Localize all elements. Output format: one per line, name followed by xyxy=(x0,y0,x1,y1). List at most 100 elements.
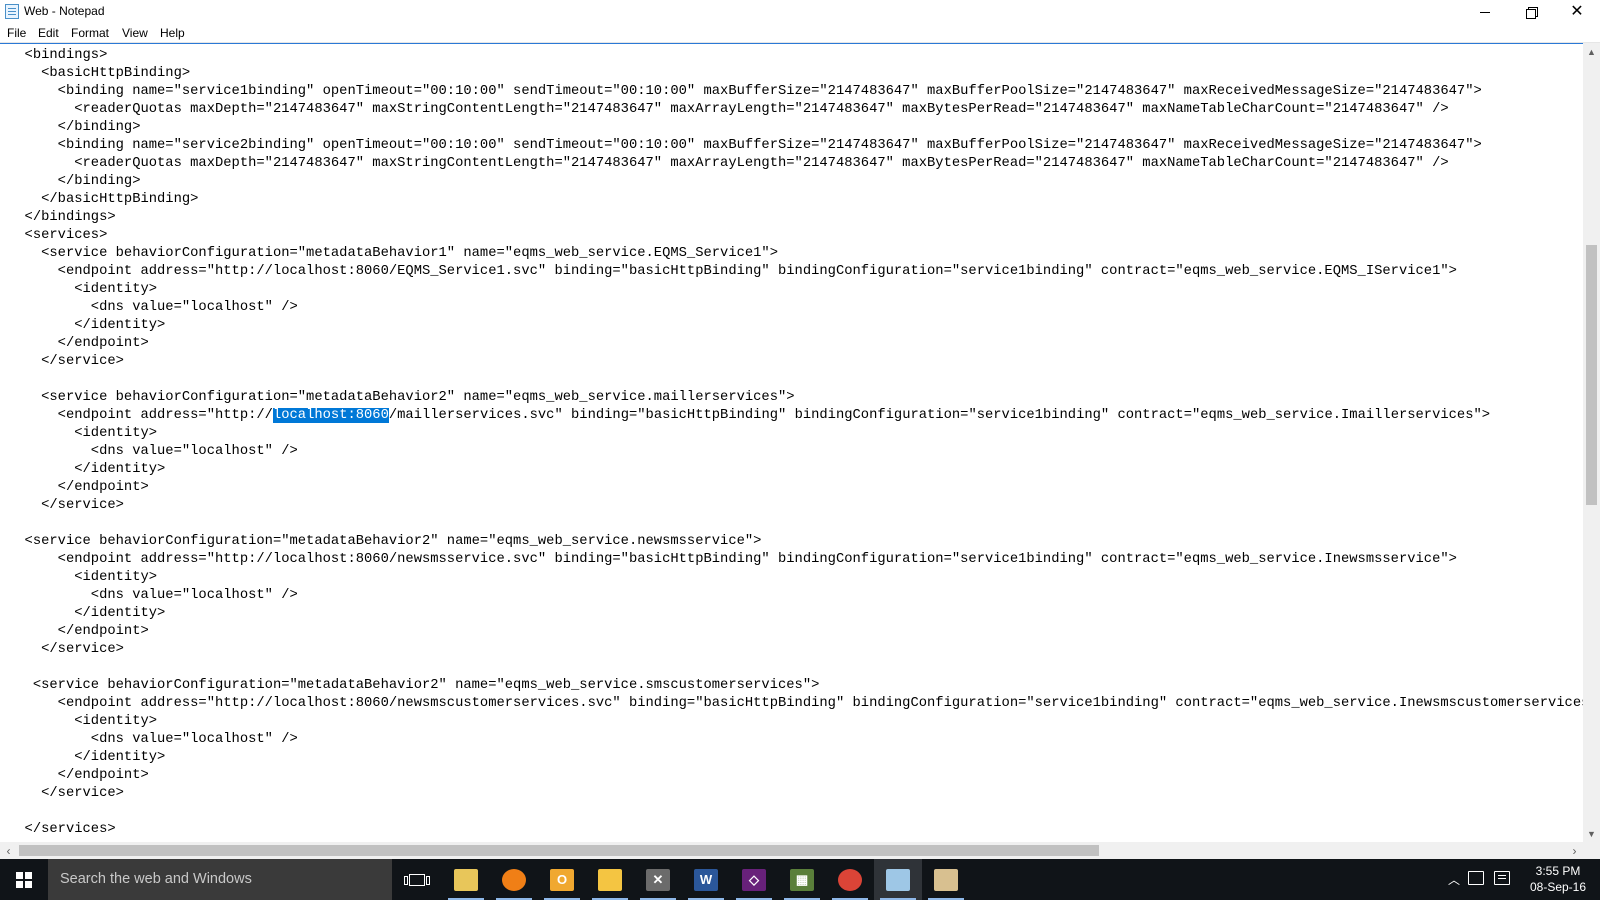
restore-button[interactable] xyxy=(1508,0,1554,24)
tray-chevron-up-icon[interactable]: ︿ xyxy=(1448,871,1460,888)
editor-line[interactable]: <dns value="localhost" /> xyxy=(8,731,1583,749)
editor-line[interactable]: <identity> xyxy=(8,281,1583,299)
taskbar-app-visual-studio[interactable]: ◇ xyxy=(730,859,778,900)
close-icon: ✕ xyxy=(1570,3,1584,20)
task-view-button[interactable] xyxy=(402,859,432,900)
paint-icon xyxy=(934,868,958,891)
editor-line[interactable]: </identity> xyxy=(8,605,1583,623)
editor-line[interactable]: </identity> xyxy=(8,461,1583,479)
scroll-right-arrow-icon[interactable]: › xyxy=(1566,842,1583,859)
editor-line[interactable] xyxy=(8,659,1583,677)
horizontal-scroll-thumb[interactable] xyxy=(19,845,1099,856)
search-placeholder: Search the web and Windows xyxy=(60,871,252,887)
close-button[interactable]: ✕ xyxy=(1554,0,1600,24)
editor-line[interactable]: <dns value="localhost" /> xyxy=(8,587,1583,605)
editor-line[interactable]: <dns value="localhost" /> xyxy=(8,299,1583,317)
editor-line[interactable]: </identity> xyxy=(8,317,1583,335)
text-selection[interactable]: localhost:8060 xyxy=(272,408,389,423)
editor-line[interactable]: <basicHttpBinding> xyxy=(8,65,1583,83)
editor-line[interactable]: <endpoint address="http://localhost:8060… xyxy=(8,551,1583,569)
editor-line[interactable]: </endpoint> xyxy=(8,479,1583,497)
editor-line[interactable]: <identity> xyxy=(8,713,1583,731)
taskbar: Search the web and Windows O ✕ W ◇ ▦ ︿ 3:55 … xyxy=(0,859,1600,900)
editor-line[interactable]: <service behaviorConfiguration="metadata… xyxy=(8,677,1583,695)
editor-line[interactable]: <service behaviorConfiguration="metadata… xyxy=(8,245,1583,263)
editor-line[interactable]: </bindings> xyxy=(8,209,1583,227)
editor-line[interactable]: </identity> xyxy=(8,749,1583,767)
scroll-down-arrow-icon[interactable]: ▼ xyxy=(1583,825,1600,842)
taskbar-search-box[interactable]: Search the web and Windows xyxy=(48,859,392,900)
title-bar[interactable]: Web - Notepad ✕ xyxy=(0,0,1600,24)
taskbar-app-archive[interactable]: ▦ xyxy=(778,859,826,900)
editor-line[interactable]: <endpoint address="http://localhost:8060… xyxy=(8,695,1583,713)
action-center-icon[interactable] xyxy=(1494,871,1510,885)
menu-edit[interactable]: Edit xyxy=(38,26,59,40)
start-button[interactable] xyxy=(0,859,48,900)
taskbar-app-file-manager-folder[interactable] xyxy=(442,859,490,900)
menu-view[interactable]: View xyxy=(122,26,148,40)
editor-line[interactable]: </service> xyxy=(8,641,1583,659)
minimize-icon xyxy=(1480,11,1490,13)
editor-content[interactable]: <bindings> <basicHttpBinding> <binding n… xyxy=(8,47,1583,839)
network-icon[interactable] xyxy=(1468,871,1484,885)
file-explorer-icon xyxy=(598,868,622,891)
menu-help[interactable]: Help xyxy=(160,26,185,40)
editor-line[interactable]: </binding> xyxy=(8,119,1583,137)
taskbar-clock[interactable]: 3:55 PM 08-Sep-16 xyxy=(1520,863,1596,895)
file-manager-folder-icon xyxy=(454,868,478,891)
word-icon: W xyxy=(694,868,718,891)
taskbar-app-chrome[interactable] xyxy=(826,859,874,900)
taskbar-app-firefox[interactable] xyxy=(490,859,538,900)
taskbar-app-word[interactable]: W xyxy=(682,859,730,900)
notepad-icon xyxy=(886,868,910,891)
scroll-left-arrow-icon[interactable]: ‹ xyxy=(0,842,17,859)
editor-line[interactable]: </endpoint> xyxy=(8,767,1583,785)
firefox-icon xyxy=(502,868,526,891)
editor-line[interactable]: <identity> xyxy=(8,425,1583,443)
editor-line[interactable]: <service behaviorConfiguration="metadata… xyxy=(8,533,1583,551)
menu-file[interactable]: File xyxy=(7,26,26,40)
outlook-icon: O xyxy=(550,868,574,891)
editor-line[interactable]: <binding name="service1binding" openTime… xyxy=(8,83,1583,101)
chrome-icon xyxy=(838,868,862,891)
taskbar-app-notepad[interactable] xyxy=(874,859,922,900)
minimize-button[interactable] xyxy=(1462,0,1508,24)
editor-line[interactable]: </service> xyxy=(8,785,1583,803)
editor-line[interactable]: <dns value="localhost" /> xyxy=(8,443,1583,461)
editor-line[interactable]: <service behaviorConfiguration="metadata… xyxy=(8,389,1583,407)
editor-line[interactable] xyxy=(8,515,1583,533)
tools-icon: ✕ xyxy=(646,868,670,891)
scrollbar-corner xyxy=(1583,842,1600,859)
text-editor[interactable]: <bindings> <basicHttpBinding> <binding n… xyxy=(0,43,1583,842)
editor-line[interactable]: <bindings> xyxy=(8,47,1583,65)
scroll-up-arrow-icon[interactable]: ▲ xyxy=(1583,43,1600,60)
window-title: Web - Notepad xyxy=(24,4,105,18)
taskbar-app-outlook[interactable]: O xyxy=(538,859,586,900)
editor-line[interactable] xyxy=(8,803,1583,821)
editor-line[interactable]: </endpoint> xyxy=(8,623,1583,641)
taskbar-app-file-explorer[interactable] xyxy=(586,859,634,900)
clock-date: 08-Sep-16 xyxy=(1529,880,1587,894)
editor-line[interactable] xyxy=(8,371,1583,389)
editor-line[interactable]: </endpoint> xyxy=(8,335,1583,353)
editor-line[interactable]: </basicHttpBinding> xyxy=(8,191,1583,209)
editor-line[interactable]: </services> xyxy=(8,821,1583,839)
menu-format[interactable]: Format xyxy=(71,26,109,40)
editor-line[interactable]: <identity> xyxy=(8,569,1583,587)
taskbar-app-tools[interactable]: ✕ xyxy=(634,859,682,900)
restore-icon xyxy=(1526,7,1538,19)
editor-line[interactable]: <endpoint address="http://localhost:8060… xyxy=(8,263,1583,281)
editor-line[interactable]: <readerQuotas maxDepth="2147483647" maxS… xyxy=(8,101,1583,119)
editor-line[interactable]: </binding> xyxy=(8,173,1583,191)
editor-line[interactable]: <endpoint address="http://localhost:8060… xyxy=(8,407,1583,425)
taskbar-app-paint[interactable] xyxy=(922,859,970,900)
editor-line[interactable]: <binding name="service2binding" openTime… xyxy=(8,137,1583,155)
editor-line[interactable]: <services> xyxy=(8,227,1583,245)
editor-line[interactable]: <readerQuotas maxDepth="2147483647" maxS… xyxy=(8,155,1583,173)
windows-logo-icon xyxy=(16,871,32,888)
visual-studio-icon: ◇ xyxy=(742,868,766,891)
archive-icon: ▦ xyxy=(790,868,814,891)
editor-line[interactable]: </service> xyxy=(8,497,1583,515)
editor-line[interactable]: </service> xyxy=(8,353,1583,371)
vertical-scroll-thumb[interactable] xyxy=(1586,245,1597,505)
